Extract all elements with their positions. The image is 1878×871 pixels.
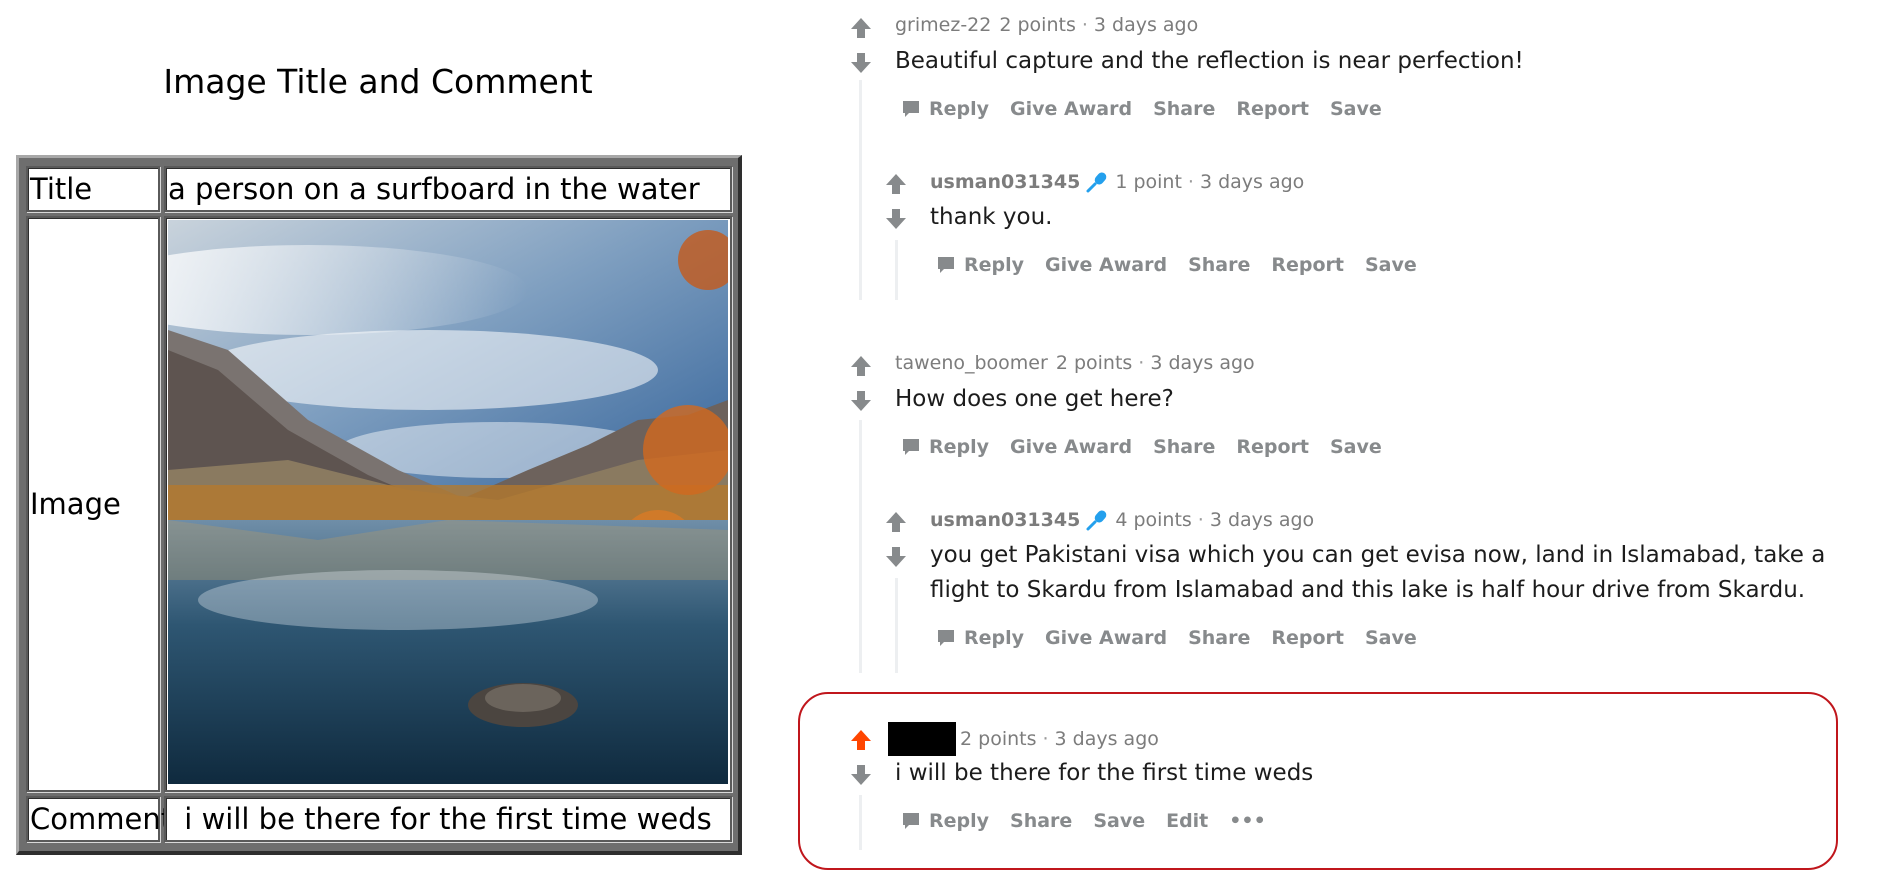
report-button[interactable]: Report	[1236, 436, 1309, 458]
share-button[interactable]: Share	[1153, 98, 1215, 120]
thread-line[interactable]	[895, 578, 898, 673]
reply-label: Reply	[929, 436, 990, 458]
thread-line[interactable]	[859, 420, 862, 673]
speech-bubble-icon	[938, 257, 954, 273]
save-button[interactable]: Save	[1365, 627, 1417, 649]
reply-button[interactable]: Reply	[901, 98, 989, 120]
save-button[interactable]: Save	[1093, 810, 1145, 832]
meta-separator: ·	[1042, 728, 1049, 750]
give-award-button[interactable]: Give Award	[1045, 627, 1167, 649]
comment-author[interactable]: taweno_boomer	[895, 352, 1048, 374]
reply-button[interactable]: Reply	[901, 436, 989, 458]
page-heading: Image Title and Comment	[163, 62, 593, 101]
report-button[interactable]: Report	[1236, 98, 1309, 120]
comment-author[interactable]: grimez-22	[895, 14, 991, 36]
downvote-arrow-icon[interactable]	[849, 51, 873, 75]
image-card: Title a person on a surfboard in the wat…	[16, 155, 742, 855]
share-button[interactable]: Share	[1153, 436, 1215, 458]
save-button[interactable]: Save	[1365, 254, 1417, 276]
title-value: a person on a surfboard in the water	[164, 166, 732, 212]
comment-meta: grimez-22 2 points · 3 days ago	[895, 14, 1198, 36]
comment-author[interactable]: usman031345	[930, 171, 1080, 193]
redacted-username	[888, 722, 956, 756]
save-button[interactable]: Save	[1330, 436, 1382, 458]
report-button[interactable]: Report	[1271, 254, 1344, 276]
give-award-button[interactable]: Give Award	[1045, 254, 1167, 276]
comment-body: How does one get here?	[895, 386, 1174, 412]
reply-label: Reply	[929, 810, 990, 832]
image-cell	[164, 216, 732, 792]
comment-points: 1 point	[1115, 171, 1182, 193]
comment-points: 4 points	[1115, 509, 1192, 531]
comment-time[interactable]: 3 days ago	[1150, 352, 1254, 374]
reply-label: Reply	[929, 98, 990, 120]
comment-actions: Reply Give Award Share Report Save	[936, 627, 1438, 649]
comment-author[interactable]: usman031345	[930, 509, 1080, 531]
report-button[interactable]: Report	[1271, 627, 1344, 649]
speech-bubble-icon	[903, 813, 919, 829]
comment-actions: Reply Share Save Edit •••	[901, 810, 1287, 832]
downvote-arrow-icon[interactable]	[884, 207, 908, 231]
speech-bubble-icon	[903, 439, 919, 455]
give-award-button[interactable]: Give Award	[1010, 98, 1132, 120]
microphone-icon	[1085, 170, 1109, 194]
comment-points: 2 points	[999, 14, 1076, 36]
upvote-arrow-icon[interactable]	[849, 354, 873, 378]
upvote-arrow-icon[interactable]	[884, 510, 908, 534]
give-award-button[interactable]: Give Award	[1010, 436, 1132, 458]
comment-meta: usman031345 1 point · 3 days ago	[930, 170, 1304, 194]
comment-time[interactable]: 3 days ago	[1055, 728, 1159, 750]
meta-separator: ·	[1197, 509, 1204, 531]
microphone-icon	[1085, 508, 1109, 532]
share-button[interactable]: Share	[1010, 810, 1072, 832]
comment-actions: Reply Give Award Share Report Save	[901, 98, 1403, 120]
comment-meta: 2 points · 3 days ago	[888, 722, 1159, 756]
share-button[interactable]: Share	[1188, 254, 1250, 276]
speech-bubble-icon	[938, 630, 954, 646]
downvote-arrow-icon[interactable]	[884, 545, 908, 569]
comment-time[interactable]: 3 days ago	[1210, 509, 1314, 531]
meta-separator: ·	[1081, 14, 1088, 36]
speech-bubble-icon	[903, 101, 919, 117]
reply-label: Reply	[964, 627, 1025, 649]
comment-meta: usman031345 4 points · 3 days ago	[930, 508, 1314, 532]
comment-value: i will be there for the first time weds	[164, 796, 732, 842]
meta-separator: ·	[1138, 352, 1145, 374]
downvote-arrow-icon[interactable]	[849, 763, 873, 787]
comment-body: Beautiful capture and the reflection is …	[895, 48, 1524, 74]
mountain-lake-photo	[168, 220, 728, 784]
share-button[interactable]: Share	[1188, 627, 1250, 649]
comment-body: i will be there for the first time weds	[895, 760, 1314, 786]
comment-body: thank you.	[930, 204, 1053, 230]
edit-button[interactable]: Edit	[1166, 810, 1208, 832]
comment-meta: taweno_boomer 2 points · 3 days ago	[895, 352, 1255, 374]
thread-line[interactable]	[895, 240, 898, 300]
comment-time[interactable]: 3 days ago	[1200, 171, 1304, 193]
meta-separator: ·	[1187, 171, 1194, 193]
save-button[interactable]: Save	[1330, 98, 1382, 120]
image-label: Image	[26, 216, 160, 792]
upvote-arrow-icon[interactable]	[849, 16, 873, 40]
comment-actions: Reply Give Award Share Report Save	[936, 254, 1438, 276]
comment-time[interactable]: 3 days ago	[1094, 14, 1198, 36]
upvote-arrow-icon[interactable]	[849, 728, 873, 752]
reply-label: Reply	[964, 254, 1025, 276]
more-options-button[interactable]: •••	[1229, 810, 1265, 832]
thread-line[interactable]	[859, 80, 862, 300]
comment-body: you get Pakistani visa which you can get…	[930, 542, 1826, 603]
title-label: Title	[26, 166, 160, 212]
reply-button[interactable]: Reply	[936, 627, 1024, 649]
comment-points: 2 points	[960, 728, 1037, 750]
reply-button[interactable]: Reply	[901, 810, 989, 832]
reply-button[interactable]: Reply	[936, 254, 1024, 276]
comment-actions: Reply Give Award Share Report Save	[901, 436, 1403, 458]
comment-points: 2 points	[1055, 352, 1133, 374]
downvote-arrow-icon[interactable]	[849, 389, 873, 413]
upvote-arrow-icon[interactable]	[884, 172, 908, 196]
comment-label: Comment	[26, 796, 172, 842]
